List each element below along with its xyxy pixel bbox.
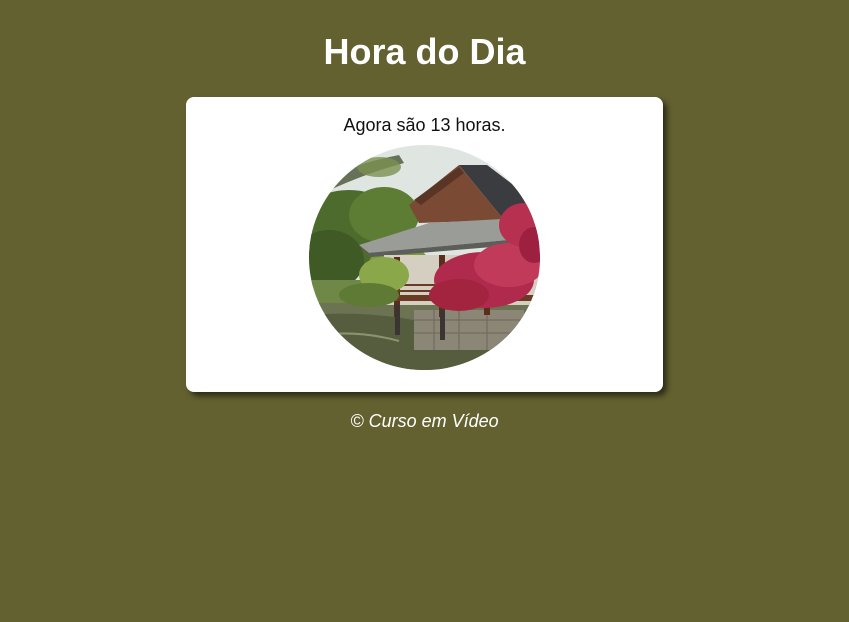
hour-message: Agora são 13 horas. (343, 115, 506, 135)
footer-copyright: © Curso em Vídeo (350, 411, 499, 431)
time-of-day-image (309, 145, 540, 370)
pavilion-photo (309, 145, 540, 370)
content-card: Agora são 13 horas. (186, 97, 663, 392)
page-title: Hora do Dia (323, 31, 526, 72)
